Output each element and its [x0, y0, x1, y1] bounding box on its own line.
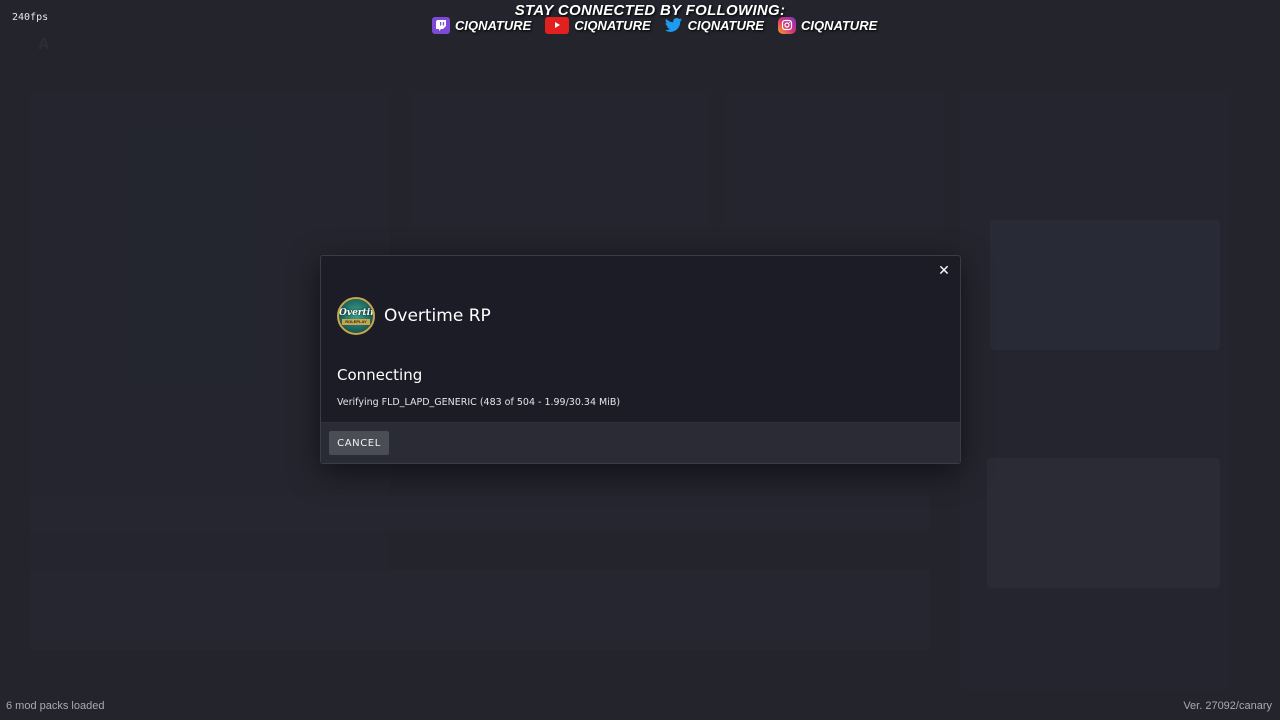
connecting-dialog: ✕ Overtime ROLEPLAY Overtime RP Connecti…	[320, 255, 961, 464]
stream-overlay-banner: STAY CONNECTED BY FOLLOWING: CIQNATURE C…	[0, 0, 1280, 36]
connection-status-detail: Verifying FLD_LAPD_GENERIC (483 of 504 -…	[337, 397, 621, 408]
instagram-icon	[777, 16, 796, 34]
youtube-icon	[545, 16, 570, 34]
version-label: Ver. 27092/canary	[1183, 700, 1272, 712]
dialog-footer: CANCEL	[321, 422, 960, 463]
social-links: CIQNATURE CIQNATURE CIQNATURE CIQNATURE	[432, 16, 877, 34]
server-logo: Overtime ROLEPLAY	[337, 297, 375, 335]
cancel-button[interactable]: CANCEL	[329, 431, 389, 455]
social-youtube: CIQNATURE	[545, 16, 651, 34]
server-logo-text: Overtime	[339, 308, 373, 318]
close-icon[interactable]: ✕	[937, 263, 951, 277]
connection-status-title: Connecting	[337, 366, 423, 384]
server-name: Overtime RP	[384, 306, 491, 326]
social-twitter: CIQNATURE	[664, 17, 764, 34]
server-header: Overtime ROLEPLAY Overtime RP	[337, 297, 491, 335]
social-twitch: CIQNATURE	[432, 16, 532, 34]
social-handle: CIQNATURE	[455, 17, 532, 33]
mod-packs-status: 6 mod packs loaded	[6, 700, 105, 712]
twitch-icon	[432, 16, 450, 34]
twitter-icon	[664, 17, 683, 34]
social-handle: CIQNATURE	[687, 17, 764, 33]
social-instagram: CIQNATURE	[777, 16, 878, 34]
social-handle: CIQNATURE	[574, 17, 651, 33]
social-handle: CIQNATURE	[800, 17, 878, 33]
server-logo-subtext: ROLEPLAY	[342, 319, 370, 325]
